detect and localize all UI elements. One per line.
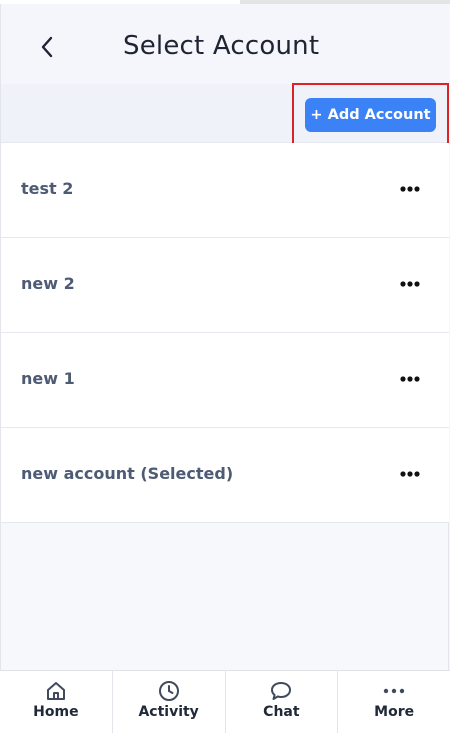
account-label: new 2 [21,274,75,293]
account-menu-button[interactable] [395,464,425,484]
highlight-box [292,83,449,149]
account-menu-button[interactable] [395,274,425,294]
clock-icon [157,680,181,702]
account-label: new account (Selected) [21,464,234,483]
account-row-new-1[interactable]: new 1 [1,333,449,428]
account-row-new-2[interactable]: new 2 [1,238,449,333]
home-icon [44,680,68,702]
account-row-new-account-selected[interactable]: new account (Selected) [1,428,449,523]
more-horizontal-icon [382,680,406,702]
account-label: new 1 [21,369,75,388]
back-button[interactable] [36,34,58,60]
account-menu-button[interactable] [395,369,425,389]
more-horizontal-icon [400,376,420,382]
account-label: test 2 [21,179,74,198]
account-menu-button[interactable] [395,179,425,199]
account-row-test-2[interactable]: test 2 [1,143,449,238]
tab-label: More [374,704,415,720]
chat-bubble-icon [269,680,293,702]
account-list: test 2 new 2 new 1 new account (Selected… [1,143,449,523]
tab-label: Activity [138,704,199,720]
tab-label: Chat [263,704,300,720]
more-horizontal-icon [400,281,420,287]
more-horizontal-icon [400,186,420,192]
tab-label: Home [33,704,79,720]
bottom-tab-bar: Home Activity Chat More [0,670,450,733]
tab-more[interactable]: More [338,671,450,733]
more-horizontal-icon [400,471,420,477]
tab-activity[interactable]: Activity [113,671,226,733]
tab-chat[interactable]: Chat [226,671,339,733]
page-title: Select Account [123,31,320,61]
tab-home[interactable]: Home [0,671,113,733]
header: Select Account [1,4,449,84]
chevron-left-icon [41,36,53,58]
